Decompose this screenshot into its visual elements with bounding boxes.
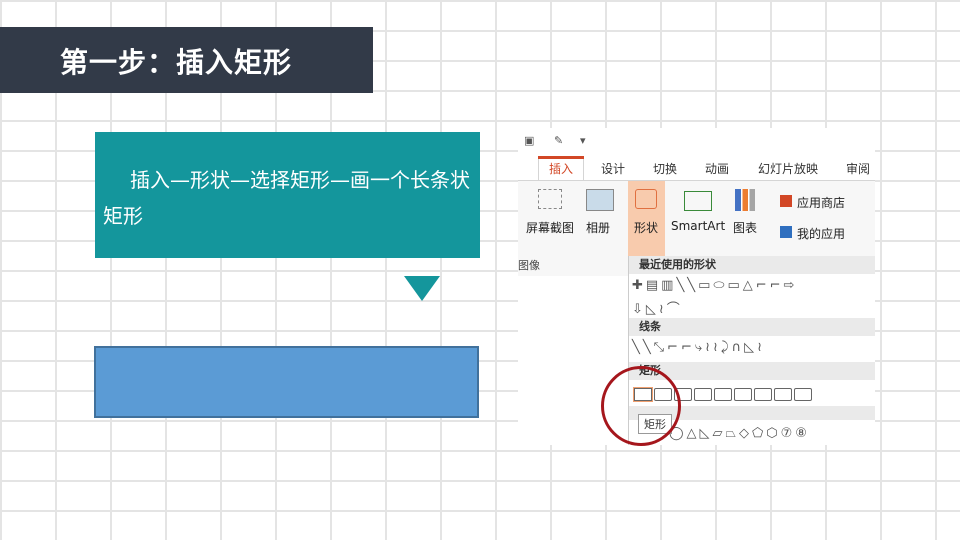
- round-rectangle-icon[interactable]: [774, 388, 792, 401]
- quick-access-toolbar: ▣ ✎ ▾: [518, 128, 875, 156]
- screenshot-icon: [538, 189, 562, 209]
- tab-insert[interactable]: 插入: [538, 156, 585, 180]
- shapes-button[interactable]: 形状: [634, 219, 658, 236]
- round-rectangle-icon[interactable]: [794, 388, 812, 401]
- smartart-button[interactable]: SmartArt: [671, 219, 725, 233]
- tab-design[interactable]: 设计: [601, 160, 625, 177]
- title-bar: 第一步：插入矩形: [0, 27, 373, 93]
- recent-shapes-row-2[interactable]: ⇩◺≀⌒: [632, 298, 683, 317]
- store-icon: [780, 195, 792, 207]
- example-rectangle: [94, 346, 479, 418]
- snip-rectangle-icon[interactable]: [694, 388, 712, 401]
- ribbon-tabs: 插入 设计 切换 动画 幻灯片放映 审阅: [518, 156, 875, 181]
- recent-shapes-row[interactable]: ✚▤▥╲╲▭⬭▭△⌐⌐⇨: [632, 278, 797, 293]
- format-painter-icon[interactable]: ✎: [554, 134, 563, 147]
- album-icon: [586, 189, 614, 211]
- album-button[interactable]: 相册: [586, 219, 610, 236]
- snip-rectangle-icon[interactable]: [714, 388, 732, 401]
- shapes-icon: [635, 189, 657, 209]
- snip-rectangle-icon[interactable]: [734, 388, 752, 401]
- textbox-icon[interactable]: ▣: [524, 134, 534, 147]
- tab-slideshow[interactable]: 幻灯片放映: [758, 160, 818, 177]
- highlight-circle: [601, 366, 681, 446]
- chart-button[interactable]: 图表: [733, 219, 757, 236]
- slide-title: 第一步：插入矩形: [60, 46, 293, 79]
- screenshot-button[interactable]: 屏幕截图: [526, 219, 574, 236]
- instruction-text: 插入—形状—选择矩形—画一个长条状矩形: [103, 168, 470, 228]
- down-arrow-icon: [404, 276, 440, 301]
- store-button[interactable]: 应用商店: [797, 194, 845, 211]
- chart-icon: [735, 189, 755, 211]
- qat-dropdown-icon[interactable]: ▾: [580, 134, 586, 147]
- tab-animations[interactable]: 动画: [705, 160, 729, 177]
- tab-review[interactable]: 审阅: [846, 160, 870, 177]
- smartart-icon: [684, 191, 712, 211]
- basic-shapes-row[interactable]: ◯△◺▱⏢◇⬠⬡⑦⑧: [669, 426, 810, 441]
- my-apps-icon: [780, 226, 792, 238]
- tab-transitions[interactable]: 切换: [653, 160, 677, 177]
- section-recent: 最近使用的形状: [629, 256, 875, 274]
- round-rectangle-icon[interactable]: [754, 388, 772, 401]
- my-apps-button[interactable]: 我的应用: [797, 225, 845, 242]
- line-shapes-row[interactable]: ╲╲⤡⌐⌐⤷≀≀⤸∩◺≀: [632, 340, 765, 355]
- section-lines: 线条: [629, 318, 875, 336]
- ribbon-screenshot: ▣ ✎ ▾ 插入 设计 切换 动画 幻灯片放映 审阅 屏幕截图 相册 形状 Sm…: [518, 128, 875, 445]
- group-label-images: 图像: [518, 259, 540, 272]
- instruction-box: 插入—形状—选择矩形—画一个长条状矩形: [95, 132, 480, 258]
